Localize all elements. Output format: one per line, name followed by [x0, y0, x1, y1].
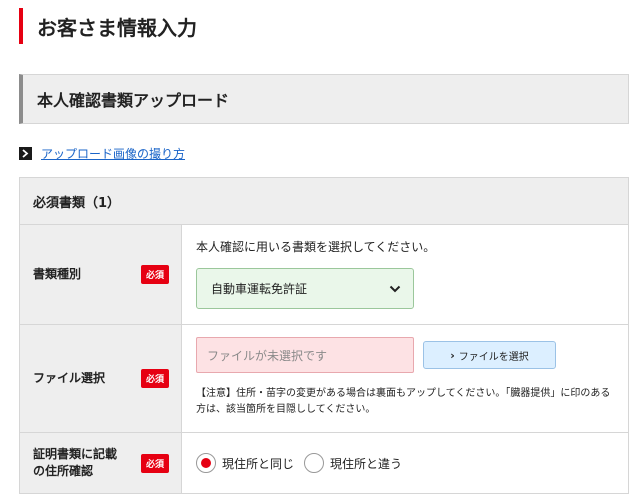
required-badge: 必須: [140, 265, 169, 284]
section-title: 本人確認書類アップロード: [37, 91, 230, 110]
doc-type-instruction: 本人確認に用いる書類を選択してください。: [196, 240, 436, 254]
address-row: 証明書類に記載の住所確認 必須 現住所と同じ 現住所と違う: [20, 433, 628, 493]
radio-checked[interactable]: [196, 453, 216, 473]
doc-type-select[interactable]: 自動車運転免許証: [196, 268, 414, 309]
howto-link-row: アップロード画像の撮り方: [19, 145, 185, 162]
table-header-text: 必須書類（1）: [33, 195, 121, 211]
doc-type-row: 書類種別 必須 本人確認に用いる書類を選択してください。 自動車運転免許証: [20, 225, 628, 325]
required-badge: 必須: [140, 369, 169, 388]
file-content: ファイルが未選択です › ファイルを選択 【注意】住所・苗字の変更がある場合は裏…: [182, 325, 628, 432]
radio-option-different[interactable]: 現住所と違う: [304, 453, 402, 473]
file-label-cell: ファイル選択 必須: [20, 325, 182, 432]
chevron-right-icon: ›: [450, 348, 455, 362]
section-header: 本人確認書類アップロード: [19, 74, 629, 124]
file-name-field: ファイルが未選択です: [196, 337, 414, 373]
file-placeholder: ファイルが未選択です: [207, 348, 328, 363]
radio-label-different: 現住所と違う: [330, 456, 403, 471]
radio-option-same[interactable]: 現住所と同じ: [196, 453, 294, 473]
radio-label-same: 現住所と同じ: [222, 456, 295, 471]
doc-type-label-cell: 書類種別 必須: [20, 225, 182, 324]
page-title-text: お客さま情報入力: [37, 15, 197, 40]
file-row: ファイル選択 必須 ファイルが未選択です › ファイルを選択 【注意】住所・苗字…: [20, 325, 628, 433]
doc-type-selected-value: 自動車運転免許証: [211, 282, 308, 296]
file-line: ファイルが未選択です › ファイルを選択: [196, 337, 614, 373]
chevron-right-icon: [19, 147, 32, 160]
radio-unchecked[interactable]: [304, 453, 325, 473]
chevron-down-icon: [389, 282, 401, 296]
doc-type-label: 書類種別: [33, 267, 82, 281]
address-label: 証明書類に記載の住所確認: [33, 447, 118, 478]
required-docs-table: 必須書類（1） 書類種別 必須 本人確認に用いる書類を選択してください。 自動車…: [19, 177, 629, 494]
page-title: お客さま情報入力: [19, 8, 197, 44]
doc-type-content: 本人確認に用いる書類を選択してください。 自動車運転免許証: [182, 225, 628, 324]
choose-file-label: ファイルを選択: [458, 351, 529, 363]
address-content: 現住所と同じ 現住所と違う: [182, 433, 628, 493]
file-label: ファイル選択: [33, 371, 106, 385]
address-label-cell: 証明書類に記載の住所確認 必須: [20, 433, 182, 493]
howto-link[interactable]: アップロード画像の撮り方: [41, 145, 185, 162]
file-note: 【注意】住所・苗字の変更がある場合は裏面もアップしてください。「臓器提供」に印の…: [196, 388, 611, 415]
table-header: 必須書類（1）: [20, 178, 628, 225]
address-radio-group: 現住所と同じ 現住所と違う: [196, 433, 614, 493]
required-badge: 必須: [140, 453, 169, 473]
choose-file-button[interactable]: › ファイルを選択: [423, 341, 556, 369]
